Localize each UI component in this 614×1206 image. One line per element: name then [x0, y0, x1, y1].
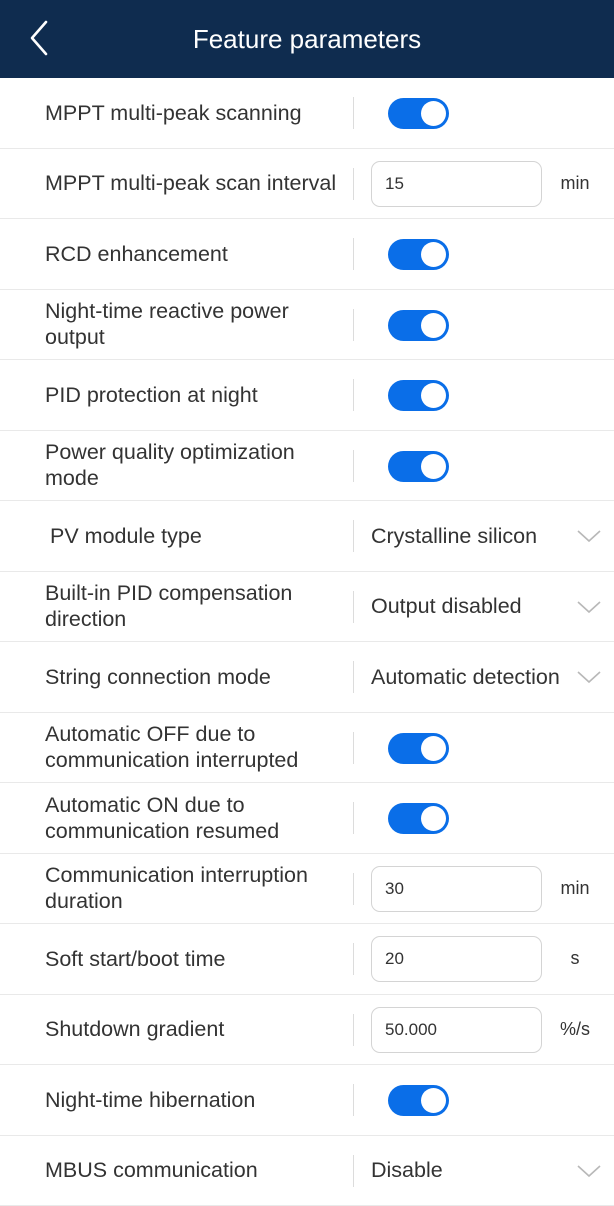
row-divider — [353, 732, 354, 764]
row-divider — [353, 238, 354, 270]
page-title: Feature parameters — [0, 0, 614, 78]
setting-row-pid-protection-at-night: PID protection at night — [0, 360, 614, 431]
toggle-knob — [421, 383, 446, 408]
row-divider — [353, 661, 354, 693]
setting-row-power-quality-optimization-mode: Power quality optimization mode — [0, 431, 614, 502]
setting-row-night-time-reactive-power-output: Night-time reactive power output — [0, 290, 614, 361]
setting-label: MPPT multi-peak scan interval — [45, 149, 345, 219]
unit-label: s — [545, 924, 605, 994]
toggle-knob — [421, 454, 446, 479]
setting-label: Automatic OFF due to communication inter… — [45, 713, 345, 783]
setting-label: Shutdown gradient — [45, 995, 345, 1065]
setting-row-shutdown-gradient: Shutdown gradient %/s — [0, 995, 614, 1066]
setting-row-night-time-hibernation: Night-time hibernation — [0, 1065, 614, 1136]
toggle-switch[interactable] — [388, 1085, 449, 1116]
row-divider — [353, 1155, 354, 1187]
toggle-knob — [421, 313, 446, 338]
setting-label: MPPT multi-peak scanning — [45, 78, 345, 148]
row-divider — [353, 943, 354, 975]
setting-label: PV module type — [50, 501, 350, 571]
setting-label: Built-in PID compensation direction — [45, 572, 345, 642]
setting-label: Night-time reactive power output — [45, 290, 345, 360]
toggle-knob — [421, 1088, 446, 1113]
value-input[interactable] — [371, 936, 542, 982]
toggle-knob — [421, 736, 446, 761]
unit-label: min — [545, 149, 605, 219]
setting-row-mppt-multi-peak-scan-interval: MPPT multi-peak scan interval min — [0, 149, 614, 220]
dropdown-select[interactable]: Crystalline silicon — [371, 501, 571, 571]
chevron-down-icon[interactable] — [576, 669, 602, 685]
value-input[interactable] — [371, 1007, 542, 1053]
setting-label: Automatic ON due to communication resume… — [45, 783, 345, 853]
setting-row-pv-module-type: PV module type Crystalline silicon — [0, 501, 614, 572]
setting-label: Power quality optimization mode — [45, 431, 345, 501]
chevron-down-icon[interactable] — [576, 1163, 602, 1179]
toggle-knob — [421, 101, 446, 126]
row-divider — [353, 802, 354, 834]
toggle-switch[interactable] — [388, 380, 449, 411]
chevron-down-icon[interactable] — [576, 599, 602, 615]
value-input[interactable] — [371, 866, 542, 912]
toggle-switch[interactable] — [388, 98, 449, 129]
setting-row-string-connection-mode: String connection mode Automatic detectio… — [0, 642, 614, 713]
dropdown-select[interactable]: Output disabled — [371, 572, 571, 642]
setting-row-mppt-multi-peak-scanning: MPPT multi-peak scanning — [0, 78, 614, 149]
row-divider — [353, 97, 354, 129]
row-divider — [353, 309, 354, 341]
setting-label: Night-time hibernation — [45, 1065, 345, 1135]
row-divider — [353, 1014, 354, 1046]
setting-label: Soft start/boot time — [45, 924, 345, 994]
setting-row-automatic-off-due-to-communication-interrupted: Automatic OFF due to communication inter… — [0, 713, 614, 784]
toggle-switch[interactable] — [388, 803, 449, 834]
toggle-knob — [421, 242, 446, 267]
row-divider — [353, 450, 354, 482]
dropdown-select[interactable]: Disable — [371, 1136, 571, 1206]
toggle-switch[interactable] — [388, 733, 449, 764]
setting-label: String connection mode — [45, 642, 345, 712]
toggle-switch[interactable] — [388, 310, 449, 341]
setting-row-automatic-on-due-to-communication-resumed: Automatic ON due to communication resume… — [0, 783, 614, 854]
setting-label: MBUS communication — [45, 1136, 345, 1206]
value-input[interactable] — [371, 161, 542, 207]
setting-row-rcd-enhancement: RCD enhancement — [0, 219, 614, 290]
unit-label: %/s — [545, 995, 605, 1065]
setting-row-mbus-communication: MBUS communication Disable — [0, 1136, 614, 1206]
setting-label: RCD enhancement — [45, 219, 345, 289]
parameter-list: MPPT multi-peak scanningMPPT multi-peak … — [0, 78, 614, 1206]
toggle-switch[interactable] — [388, 239, 449, 270]
setting-row-built-in-pid-compensation-direction: Built-in PID compensation direction Outpu… — [0, 572, 614, 643]
setting-row-communication-interruption-duration: Communication interruption duration min — [0, 854, 614, 925]
row-divider — [353, 591, 354, 623]
chevron-down-icon[interactable] — [576, 528, 602, 544]
setting-row-soft-start-boot-time: Soft start/boot time s — [0, 924, 614, 995]
setting-label: PID protection at night — [45, 360, 345, 430]
row-divider — [353, 1084, 354, 1116]
header-bar: Feature parameters — [0, 0, 614, 78]
toggle-knob — [421, 806, 446, 831]
toggle-switch[interactable] — [388, 451, 449, 482]
row-divider — [353, 168, 354, 200]
row-divider — [353, 873, 354, 905]
row-divider — [353, 520, 354, 552]
dropdown-select[interactable]: Automatic detection — [371, 642, 571, 712]
unit-label: min — [545, 854, 605, 924]
row-divider — [353, 379, 354, 411]
setting-label: Communication interruption duration — [45, 854, 345, 924]
